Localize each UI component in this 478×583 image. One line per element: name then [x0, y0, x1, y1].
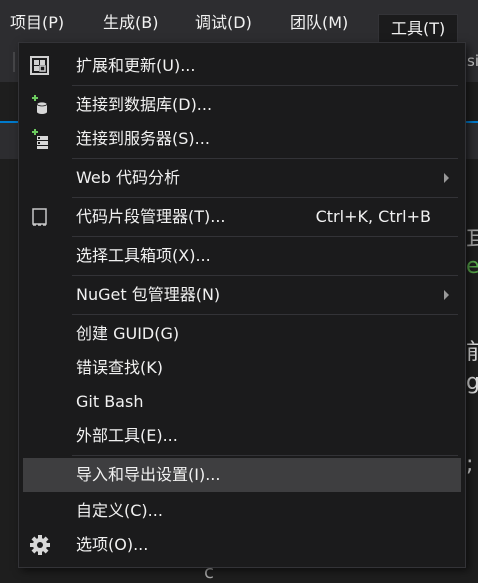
menu-bar: 项目(P) 生成(B) 调试(D) 团队(M) 工具(T) — [0, 0, 478, 44]
menu-item-label: 扩展和更新(U)... — [76, 56, 196, 75]
menu-item-extensions-updates[interactable]: 扩展和更新(U)... — [23, 49, 461, 83]
menu-item-label: 连接到数据库(D)... — [76, 95, 213, 114]
menu-item-web-code-analysis[interactable]: Web 代码分析 — [23, 161, 461, 195]
tools-menu-dropdown: 扩展和更新(U)... 连接到数据库(D)... 连接到服务器(S)... We… — [18, 42, 466, 568]
menu-tools[interactable]: 工具(T) — [378, 14, 459, 44]
menu-separator — [72, 455, 458, 456]
menu-item-options[interactable]: 选项(O)... — [23, 528, 461, 562]
menu-item-customize[interactable]: 自定义(C)... — [23, 494, 461, 528]
menu-item-error-lookup[interactable]: 错误查找(K) — [23, 351, 461, 385]
menu-item-label: Web 代码分析 — [76, 168, 180, 187]
menu-item-label: 选项(O)... — [76, 535, 149, 554]
editor-text-fragment: g — [466, 370, 478, 395]
menu-item-import-export-settings[interactable]: 导入和导出设置(I)... — [23, 458, 461, 492]
menu-item-nuget-package-manager[interactable]: NuGet 包管理器(N) — [23, 278, 461, 312]
menu-separator — [72, 236, 458, 237]
extensions-icon — [29, 55, 51, 77]
menu-project[interactable]: 项目(P) — [10, 9, 64, 41]
menu-item-label: 选择工具箱项(X)... — [76, 246, 211, 265]
menu-item-external-tools[interactable]: 外部工具(E)... — [23, 419, 461, 453]
snippet-icon — [29, 206, 51, 228]
menu-build[interactable]: 生成(B) — [103, 9, 158, 41]
gear-icon — [29, 534, 51, 556]
menu-separator — [72, 314, 458, 315]
server-connect-icon — [29, 128, 51, 150]
menu-item-git-bash[interactable]: Git Bash — [23, 385, 461, 419]
menu-item-label: 创建 GUID(G) — [76, 324, 180, 343]
menu-separator — [72, 275, 458, 276]
menu-item-connect-database[interactable]: 连接到数据库(D)... — [23, 88, 461, 122]
menu-item-label: 连接到服务器(S)... — [76, 129, 210, 148]
menu-item-label: 代码片段管理器(T)... — [76, 207, 226, 226]
menu-team[interactable]: 团队(M) — [290, 9, 348, 41]
editor-text-fragment: ; — [466, 452, 474, 477]
menu-separator — [72, 85, 458, 86]
menu-item-code-snippets-manager[interactable]: 代码片段管理器(T)... Ctrl+K, Ctrl+B — [23, 200, 461, 234]
menu-item-label: 错误查找(K) — [76, 358, 163, 377]
toolbar-text-fragment: si — [467, 52, 478, 70]
menu-item-choose-toolbox-items[interactable]: 选择工具箱项(X)... — [23, 239, 461, 273]
submenu-arrow-icon — [444, 290, 449, 300]
menu-item-create-guid[interactable]: 创建 GUID(G) — [23, 317, 461, 351]
database-connect-icon — [29, 94, 51, 116]
menu-item-label: Git Bash — [76, 392, 144, 411]
menu-item-label: 导入和导出设置(I)... — [76, 465, 221, 484]
menu-item-label: 自定义(C)... — [76, 501, 163, 520]
menu-debug[interactable]: 调试(D) — [195, 9, 252, 41]
menu-item-label: 外部工具(E)... — [76, 426, 178, 445]
menu-item-label: NuGet 包管理器(N) — [76, 285, 221, 304]
menu-item-connect-server[interactable]: 连接到服务器(S)... — [23, 122, 461, 156]
submenu-arrow-icon — [444, 173, 449, 183]
editor-text-fragment: e — [466, 254, 478, 279]
editor-text-fragment: 前 — [466, 340, 478, 365]
editor-text-fragment: 耳 — [466, 228, 478, 253]
menu-item-shortcut: Ctrl+K, Ctrl+B — [315, 207, 431, 226]
menu-separator — [72, 158, 458, 159]
toolbar-separator — [13, 52, 15, 72]
menu-separator — [72, 197, 458, 198]
